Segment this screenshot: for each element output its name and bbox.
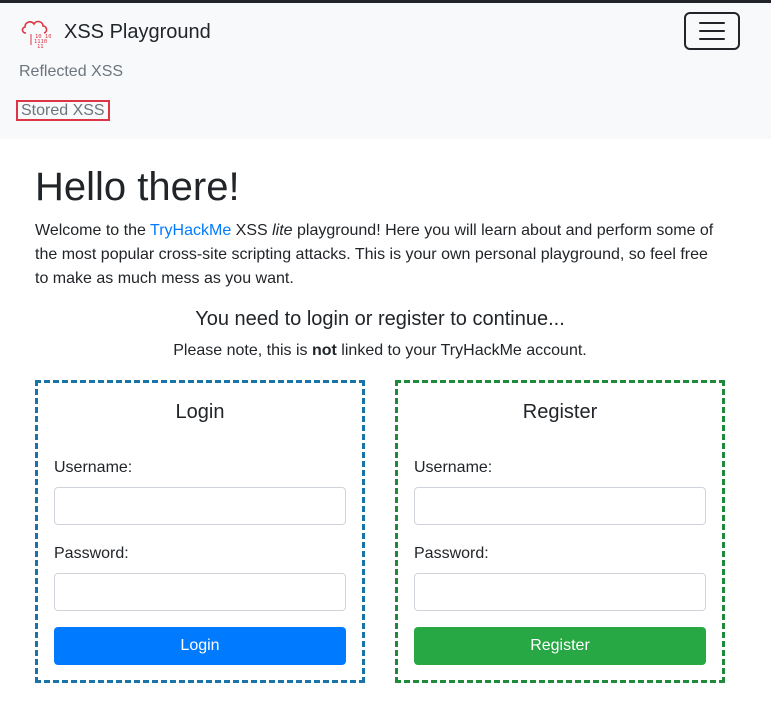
login-username-label: Username:: [54, 459, 133, 476]
register-password-label: Password:: [414, 545, 489, 562]
register-username-input[interactable]: [414, 487, 706, 525]
login-username-input[interactable]: [54, 487, 346, 525]
intro-paragraph: Welcome to the TryHackMe XSS lite playgr…: [35, 219, 725, 291]
hamburger-menu-icon: [699, 30, 725, 32]
brand-title: XSS Playground: [64, 21, 211, 43]
register-form: Register Username: Password: Register: [395, 380, 725, 683]
register-button[interactable]: Register: [414, 627, 706, 665]
intro-italic: lite: [272, 222, 293, 239]
login-form: Login Username: Password: Login: [35, 380, 365, 683]
login-required-heading: You need to login or register to continu…: [195, 308, 565, 330]
hamburger-menu-icon: [699, 22, 725, 24]
menu-toggle-button[interactable]: [684, 12, 740, 50]
cloud-binary-icon: 10 10 1110 11: [21, 20, 51, 48]
svg-text:11: 11: [37, 44, 44, 48]
intro-text: Welcome to the: [35, 222, 151, 239]
note-text: Please note, this is: [173, 342, 312, 359]
nav-link-reflected-xss[interactable]: Reflected XSS: [19, 62, 123, 81]
note-bold: not: [311, 342, 337, 359]
login-password-input[interactable]: [54, 573, 346, 611]
account-note: Please note, this is not linked to your …: [35, 341, 725, 361]
navbar: 10 10 1110 11 XSS Playground Reflected X…: [0, 3, 771, 139]
page-title: Hello there!: [35, 165, 240, 209]
hamburger-menu-icon: [699, 38, 725, 40]
register-title: Register: [522, 401, 598, 423]
intro-text: XSS: [231, 222, 273, 239]
brand-link[interactable]: 10 10 1110 11 XSS Playground: [19, 15, 211, 49]
nav-link-stored-xss[interactable]: Stored XSS: [16, 100, 110, 121]
register-username-label: Username:: [414, 459, 493, 476]
login-title: Login: [175, 401, 225, 423]
login-password-label: Password:: [54, 545, 129, 562]
tryhackme-link[interactable]: TryHackMe: [150, 222, 231, 239]
login-button[interactable]: Login: [54, 627, 346, 665]
note-text: linked to your TryHackMe account.: [336, 342, 587, 359]
register-password-input[interactable]: [414, 573, 706, 611]
